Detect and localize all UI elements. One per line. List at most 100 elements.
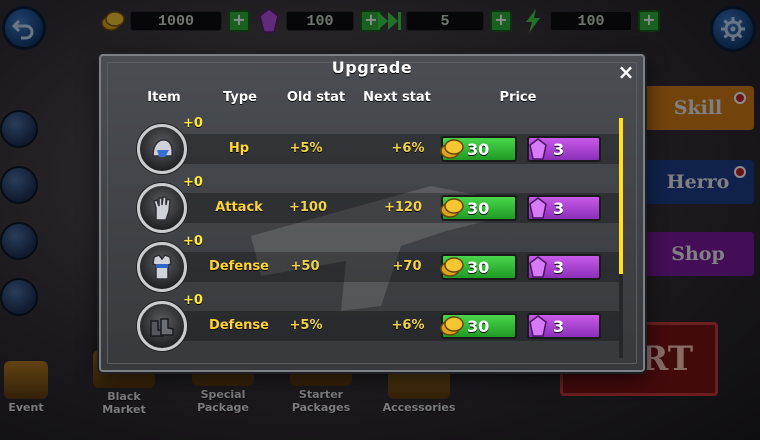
lightning-icon	[520, 8, 546, 34]
next-stat-value: +120	[383, 200, 423, 215]
settings-button[interactable]	[710, 6, 756, 52]
gem-upgrade-button[interactable]: 3	[527, 136, 601, 162]
old-stat-value: +5%	[289, 141, 323, 156]
gold-coin-icon	[439, 314, 465, 338]
starter-packages-label: Starter Packages	[291, 388, 351, 414]
add-gold-button[interactable]: +	[228, 10, 250, 32]
next-stat-value: +6%	[391, 141, 425, 156]
gold-price: 30	[467, 198, 490, 218]
fast-forward-icon	[376, 8, 402, 34]
special-package-label: Special Package	[197, 388, 249, 414]
header-old-stat: Old stat	[286, 90, 346, 105]
accessories-label: Accessories	[382, 401, 456, 414]
skill-label: Skill	[673, 97, 723, 119]
gold-upgrade-button[interactable]: 30	[439, 313, 517, 339]
side-button-3[interactable]	[0, 222, 38, 260]
item-slot[interactable]	[137, 301, 187, 351]
gold-upgrade-button[interactable]: 30	[439, 254, 517, 280]
gem-upgrade-button[interactable]: 3	[527, 313, 601, 339]
close-icon: ×	[617, 60, 635, 84]
event-label: Event	[8, 401, 44, 414]
skip-amount: 5	[406, 11, 484, 31]
old-stat-value: +100	[288, 200, 328, 215]
gift-icon	[4, 361, 48, 399]
gold-price: 30	[467, 316, 490, 336]
gold-upgrade-button[interactable]: 30	[439, 136, 517, 162]
gold-amount: 1000	[130, 11, 222, 31]
item-type: Defense	[209, 318, 269, 333]
purple-gem-icon	[256, 8, 282, 34]
shop-menu-button[interactable]: Shop	[642, 232, 754, 276]
table-header: Item Type Old stat Next stat Price	[101, 90, 643, 108]
gem-resource-bar: 100 +	[256, 8, 382, 34]
left-side-buttons	[0, 110, 40, 334]
energy-amount: 100	[550, 11, 632, 31]
gold-resource-bar: 1000 +	[100, 9, 250, 33]
upgrade-row: +0 Defense +50 +70 30 3	[131, 234, 619, 298]
side-button-1[interactable]	[0, 110, 38, 148]
purple-gem-icon	[525, 314, 551, 338]
next-stat-value: +70	[392, 259, 422, 274]
add-energy-button[interactable]: +	[638, 10, 660, 32]
purple-gem-icon	[525, 196, 551, 220]
header-item: Item	[147, 90, 181, 105]
gem-price: 3	[553, 257, 565, 277]
upgrade-row: +0 Attack +100 +120 30 3	[131, 175, 619, 239]
gem-upgrade-button[interactable]: 3	[527, 254, 601, 280]
gold-price: 30	[467, 257, 490, 277]
old-stat-value: +50	[290, 259, 320, 274]
gear-icon	[721, 17, 745, 41]
item-slot[interactable]	[137, 242, 187, 292]
hero-label: Herro	[666, 171, 730, 193]
notification-dot	[734, 92, 746, 104]
gem-upgrade-button[interactable]: 3	[527, 195, 601, 221]
gold-coin-icon	[439, 255, 465, 279]
boots-icon	[150, 318, 174, 337]
item-type: Defense	[209, 259, 269, 274]
black-market-label: Black Market	[102, 390, 146, 416]
item-level: +0	[183, 293, 203, 308]
close-button[interactable]: ×	[611, 60, 641, 84]
header-next-stat: Next stat	[363, 90, 431, 105]
header-price: Price	[499, 90, 537, 105]
old-stat-value: +5%	[289, 318, 323, 333]
gem-price: 3	[553, 139, 565, 159]
item-type: Hp	[228, 141, 250, 156]
dialog-title: Upgrade	[331, 58, 413, 77]
armor-icon	[152, 254, 172, 280]
next-stat-value: +6%	[391, 318, 425, 333]
scrollbar-thumb[interactable]	[619, 118, 623, 274]
energy-resource-bar: 100 +	[520, 9, 660, 33]
purple-gem-icon	[525, 137, 551, 161]
hero-menu-button[interactable]: Herro	[642, 160, 754, 204]
gold-price: 30	[467, 139, 490, 159]
gold-coin-icon	[100, 8, 126, 34]
gem-amount: 100	[286, 11, 354, 31]
gold-coin-icon	[439, 137, 465, 161]
skip-resource-bar: 5 +	[376, 9, 512, 33]
shop-label: Shop	[671, 243, 725, 265]
event-button[interactable]: Event	[0, 361, 52, 414]
item-level: +0	[183, 116, 203, 131]
upgrade-row: +0 Defense +5% +6% 30 3	[131, 293, 619, 357]
gold-coin-icon	[439, 196, 465, 220]
back-button[interactable]	[2, 6, 46, 50]
gem-price: 3	[553, 198, 565, 218]
helmet-icon	[152, 139, 173, 157]
side-button-4[interactable]	[0, 278, 38, 316]
upgrade-row: +0 Hp +5% +6% 30 3	[131, 116, 619, 180]
purple-gem-icon	[525, 255, 551, 279]
skill-menu-button[interactable]: Skill	[642, 86, 754, 130]
item-slot[interactable]	[137, 124, 187, 174]
upgrade-dialog: Upgrade × Item Type Old stat Next stat P…	[99, 54, 645, 372]
item-slot[interactable]	[137, 183, 187, 233]
item-level: +0	[183, 175, 203, 190]
side-button-2[interactable]	[0, 166, 38, 204]
header-type: Type	[223, 90, 257, 105]
scrollbar[interactable]	[619, 118, 623, 358]
item-level: +0	[183, 234, 203, 249]
back-arrow-icon	[11, 19, 34, 40]
gold-upgrade-button[interactable]: 30	[439, 195, 517, 221]
item-type: Attack	[215, 200, 263, 215]
add-skip-button[interactable]: +	[490, 10, 512, 32]
